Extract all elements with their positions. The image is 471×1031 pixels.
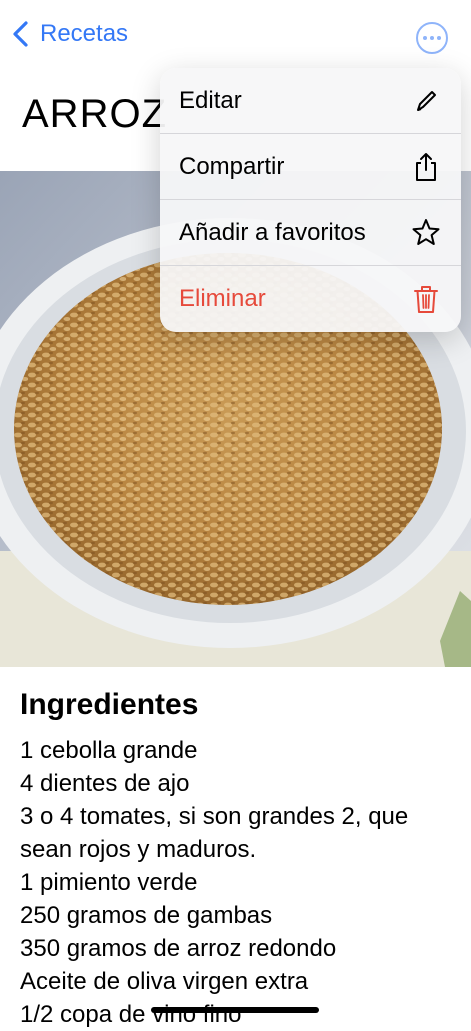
back-button-label: Recetas [40,20,129,47]
ingredient-item: 3 o 4 tomates, si son grandes 2, que sea… [20,803,409,863]
menu-item-label: Editar [179,86,242,114]
back-button[interactable]: Recetas [10,20,128,48]
ellipsis-dot [430,36,434,40]
star-icon [412,218,440,245]
menu-item-delete[interactable]: Eliminar [160,266,461,332]
share-icon [416,152,436,181]
ellipsis-icon [423,36,427,40]
home-indicator[interactable] [151,1007,319,1013]
navigation-bar: Recetas [0,0,471,70]
page-title: ARROZ [22,92,167,136]
menu-item-label: Compartir [179,152,285,180]
ingredients-list: 1 cebolla grande 4 dientes de ajo 3 o 4 … [20,734,460,1031]
menu-item-edit[interactable]: Editar [160,68,461,134]
ingredients-section: Ingredientes 1 cebolla grande 4 dientes … [20,688,460,1031]
trash-icon [414,286,438,313]
ingredient-item: 4 dientes de ajo [20,770,190,797]
ingredient-item: 1 cebolla grande [20,737,198,764]
chevron-left-icon [13,21,28,47]
menu-item-favorite[interactable]: Añadir a favoritos [160,200,461,266]
ingredient-item: Aceite de oliva virgen extra [20,968,309,995]
more-options-button[interactable] [416,22,448,54]
ellipsis-dot [437,36,441,40]
context-menu: Editar Compartir Añadir a favoritos Elim… [160,68,461,332]
menu-item-label: Eliminar [179,285,266,312]
ingredient-item: 1 pimiento verde [20,869,198,896]
ingredient-item: 250 gramos de gambas [20,902,273,929]
ingredients-heading: Ingredientes [20,688,199,721]
ingredient-item: 1/2 copa de vino fino [20,1001,242,1028]
ingredient-item: 350 gramos de arroz redondo [20,935,337,962]
menu-item-label: Añadir a favoritos [179,218,366,246]
pencil-icon [417,90,436,111]
menu-item-share[interactable]: Compartir [160,134,461,200]
